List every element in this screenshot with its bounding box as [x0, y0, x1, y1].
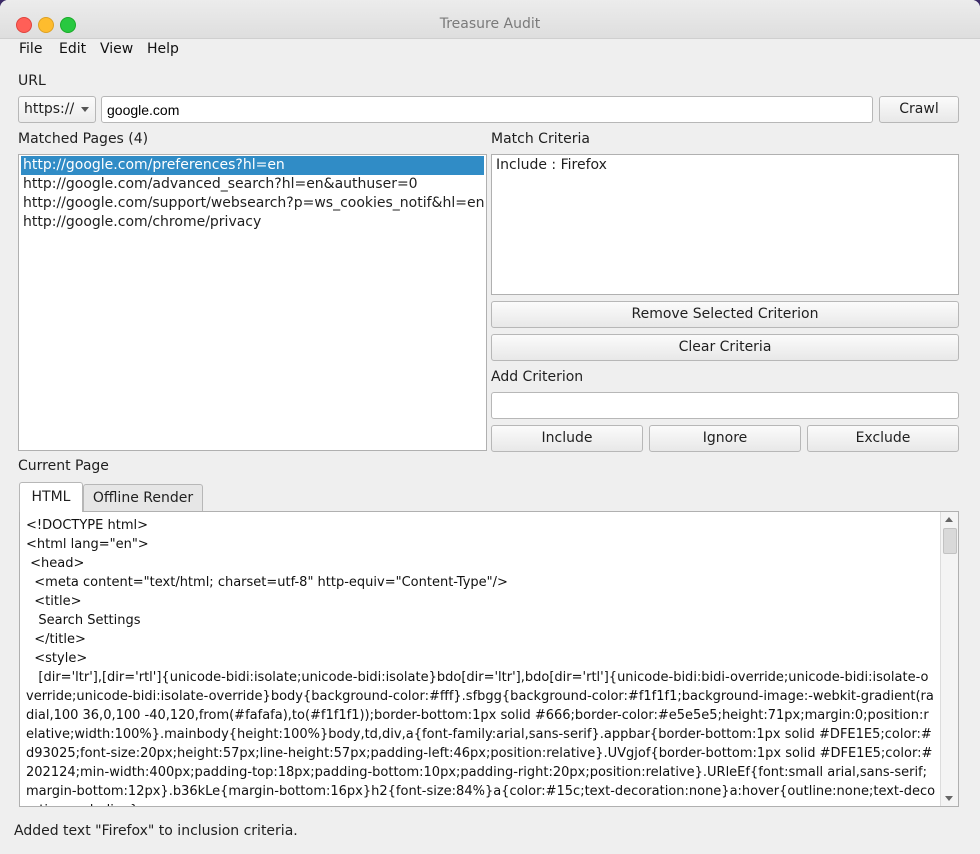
matched-pages-list[interactable]: http://google.com/preferences?hl=en http… — [18, 154, 487, 451]
app-window: Treasure Audit File Edit View Help URL h… — [0, 0, 980, 854]
add-criterion-input[interactable] — [491, 392, 959, 419]
add-criterion-label: Add Criterion — [491, 369, 584, 385]
list-item[interactable]: http://google.com/preferences?hl=en — [21, 156, 484, 175]
scheme-dropdown[interactable]: https:// — [18, 96, 96, 123]
matched-pages-label: Matched Pages (4) — [18, 131, 149, 147]
menu-file[interactable]: File — [19, 41, 42, 57]
crawl-button[interactable]: Crawl — [879, 96, 959, 123]
html-source-view[interactable]: <!DOCTYPE html> <html lang="en"> <head> … — [19, 511, 959, 807]
scrollbar-thumb[interactable] — [943, 528, 957, 554]
status-bar-text: Added text "Firefox" to inclusion criter… — [14, 823, 298, 839]
match-criteria-label: Match Criteria — [491, 131, 590, 147]
tab-offline-render[interactable]: Offline Render — [83, 484, 203, 512]
scroll-down-icon[interactable] — [945, 796, 953, 801]
scroll-up-icon[interactable] — [945, 517, 953, 522]
window-title: Treasure Audit — [439, 16, 541, 32]
list-item[interactable]: http://google.com/chrome/privacy — [21, 213, 484, 232]
url-input[interactable] — [101, 96, 873, 123]
include-button[interactable]: Include — [491, 425, 643, 452]
list-item[interactable]: Include : Firefox — [494, 156, 956, 175]
ignore-button[interactable]: Ignore — [649, 425, 801, 452]
menu-view[interactable]: View — [100, 41, 133, 57]
menu-help[interactable]: Help — [147, 41, 179, 57]
url-label: URL — [18, 73, 46, 89]
remove-criterion-button[interactable]: Remove Selected Criterion — [491, 301, 959, 328]
title-bar: Treasure Audit — [0, 0, 980, 39]
match-criteria-list[interactable]: Include : Firefox — [491, 154, 959, 295]
scheme-value: https:// — [24, 101, 75, 117]
exclude-button[interactable]: Exclude — [807, 425, 959, 452]
html-source-text: <!DOCTYPE html> <html lang="en"> <head> … — [26, 518, 936, 806]
tab-html[interactable]: HTML — [19, 482, 83, 512]
menu-edit[interactable]: Edit — [59, 41, 86, 57]
chevron-down-icon — [81, 107, 89, 112]
vertical-scrollbar[interactable] — [940, 512, 958, 806]
list-item[interactable]: http://google.com/support/websearch?p=ws… — [21, 194, 484, 213]
current-page-label: Current Page — [18, 458, 109, 474]
list-item[interactable]: http://google.com/advanced_search?hl=en&… — [21, 175, 484, 194]
menu-bar: File Edit View Help — [0, 38, 980, 62]
clear-criteria-button[interactable]: Clear Criteria — [491, 334, 959, 361]
